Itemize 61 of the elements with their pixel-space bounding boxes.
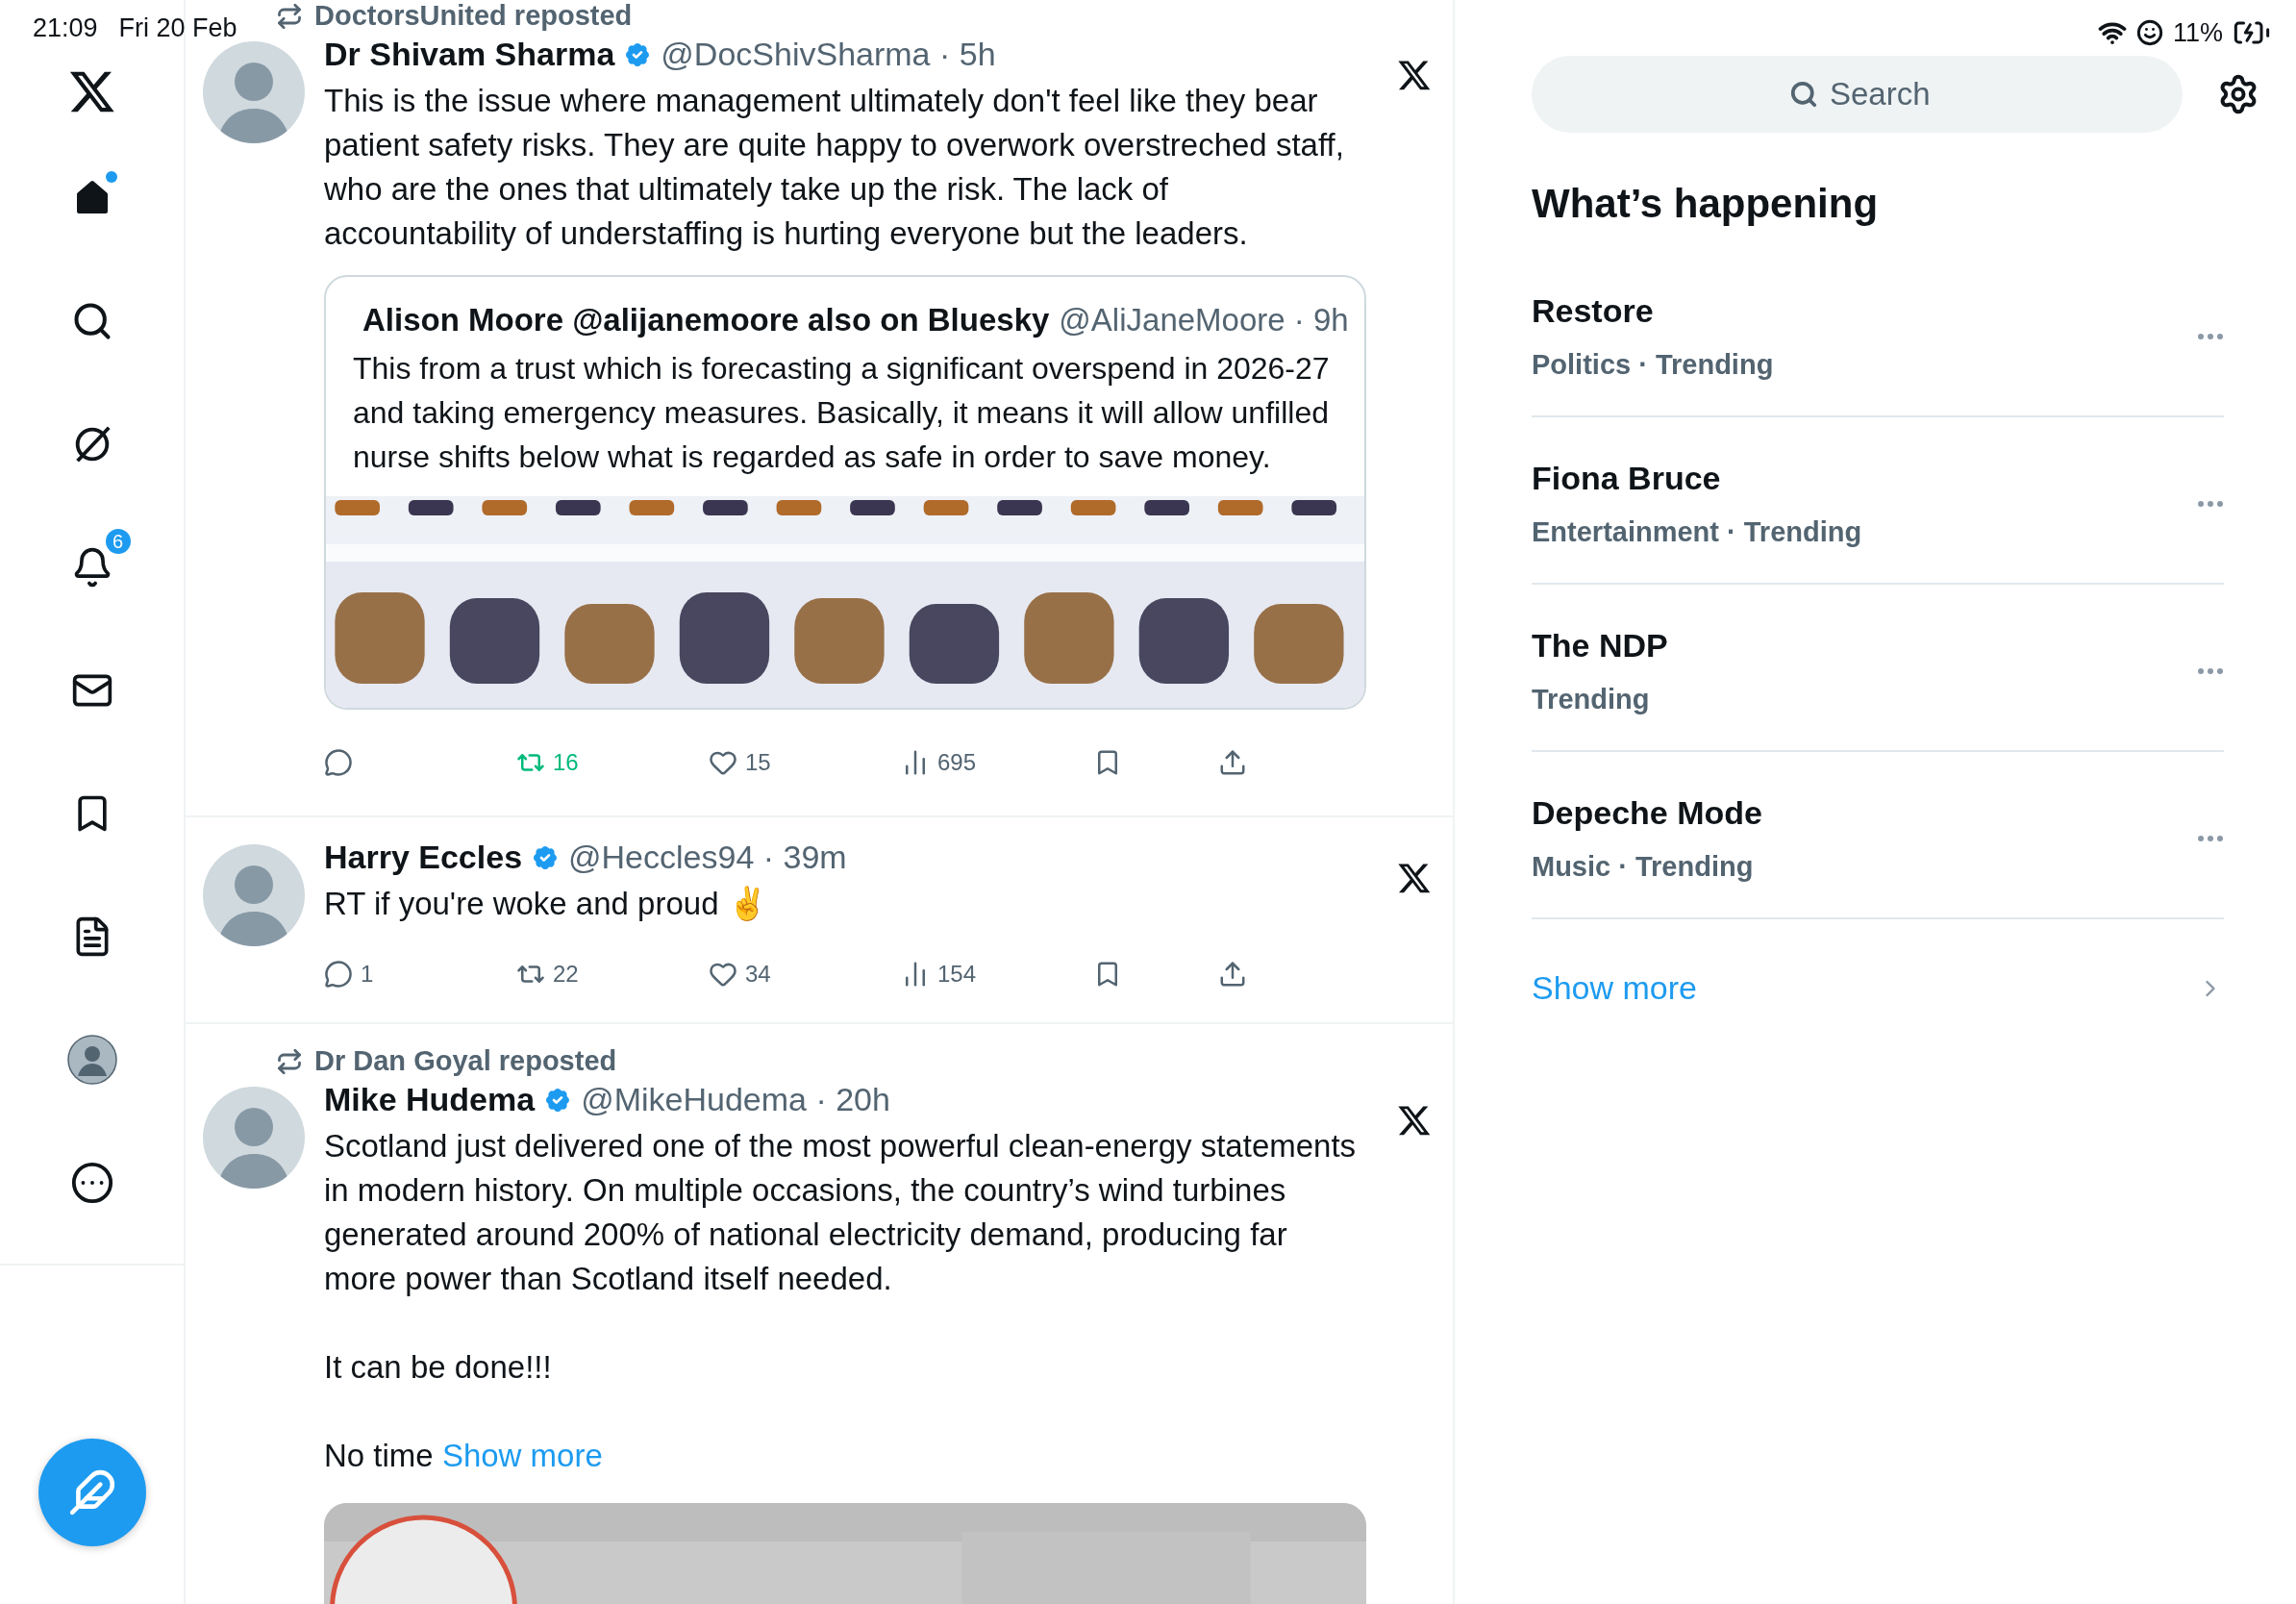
repost-button[interactable]: 22: [516, 960, 709, 989]
handle-and-time: @DocShivSharma · 5h: [661, 36, 996, 73]
trend-name: The NDP: [1532, 627, 1668, 664]
more-icon: [2197, 667, 2224, 675]
share-icon: [1218, 748, 1247, 777]
tweet-text: It can be done!!!: [324, 1348, 553, 1387]
more-icon: [2197, 835, 2224, 842]
search-icon: [1789, 80, 1818, 109]
section-title: What’s happening: [1532, 181, 1880, 227]
quoted-tweet[interactable]: [324, 275, 1366, 710]
search-field[interactable]: Search: [1532, 56, 2183, 133]
more-icon: [2197, 333, 2224, 340]
avatar: [66, 1035, 117, 1085]
like-button[interactable]: 34: [709, 960, 901, 989]
more-icon: [69, 1161, 114, 1205]
share-icon: [1218, 960, 1247, 989]
trend-item[interactable]: Depeche Mode Music · Trending: [1532, 752, 2224, 919]
handle-and-time: @MikeHudema · 20h: [581, 1081, 890, 1118]
tweet-text: This is the issue where management ultimately don't feel like they bear patient safety risks. They are quite happy to overwork overstreched staff, who are the ones that ultimately take up the risk. The lack of accountability of understaffing is hurting everyone but the leaders.: [324, 82, 1345, 253]
views-button[interactable]: 695: [901, 748, 1093, 777]
reply-icon: [324, 960, 353, 989]
more-button[interactable]: [2197, 835, 2224, 842]
author-name[interactable]: Mike Hudema: [324, 1081, 536, 1118]
more-icon: [2197, 500, 2224, 508]
reply-button[interactable]: 1: [324, 960, 516, 989]
author-name[interactable]: Dr Shivam Sharma: [324, 36, 615, 73]
smiley-icon: [2135, 19, 2163, 46]
trend-name: Depeche Mode: [1532, 794, 1762, 832]
like-button[interactable]: 15: [709, 748, 901, 777]
repost-label: Dr Dan Goyal reposted: [314, 1045, 617, 1077]
author-name: Alison Moore @alijanemoore also on Bluesky: [362, 302, 1050, 338]
tweet-text: Scotland just delivered one of the most powerful clean-energy statements in modern history. On multiple occasions, the country’s wind turbines generated around 200% of national electricity demand, producing far more power than Scotland itself needed.: [324, 1127, 1358, 1298]
trend-context: Politics · Trending: [1532, 349, 1774, 381]
tweet-text: No time Show more: [324, 1437, 604, 1475]
more-button[interactable]: [2197, 500, 2224, 508]
handle-and-time: @AliJaneMoore · 9h: [1059, 302, 1349, 338]
handle-and-time: @Heccles94 · 39m: [568, 839, 847, 876]
more-button[interactable]: [2197, 333, 2224, 340]
repost-label: DoctorsUnited reposted: [314, 0, 633, 32]
compose-button[interactable]: [37, 1439, 146, 1546]
trend-item[interactable]: Fiona Bruce Entertainment · Trending: [1532, 417, 2224, 585]
trend-context: Trending: [1532, 684, 1651, 715]
tweet-text: RT if you're woke and proud ✌: [324, 885, 768, 923]
repost-icon: [276, 2, 303, 30]
date: Fri 20 Feb: [118, 13, 237, 43]
battery-percent: 11%: [2172, 17, 2223, 48]
trend-item[interactable]: The NDP Trending: [1532, 585, 2224, 752]
feather-icon: [67, 1468, 116, 1516]
trend-name: Restore: [1532, 292, 1655, 330]
views-button[interactable]: 154: [901, 960, 1093, 989]
notification-count: 6: [103, 527, 133, 556]
reply-icon: [324, 748, 353, 777]
quote-text: This from a trust which is forecasting a significant overspend in 2026-27 and taking emergency measures. Basically, it means it will allow unfilled nurse shifts below what is regarded as safe in order to save money.: [353, 350, 1331, 476]
trend-context: Music · Trending: [1532, 851, 1755, 883]
author-name[interactable]: Harry Eccles: [324, 839, 523, 876]
repost-icon: [276, 1047, 303, 1075]
trend-item[interactable]: Restore Politics · Trending: [1532, 250, 2224, 417]
more-button[interactable]: [2197, 667, 2224, 675]
trend-name: Fiona Bruce: [1532, 460, 1722, 497]
trend-context: Entertainment · Trending: [1532, 516, 1862, 548]
clock-time: 21:09: [33, 13, 98, 43]
